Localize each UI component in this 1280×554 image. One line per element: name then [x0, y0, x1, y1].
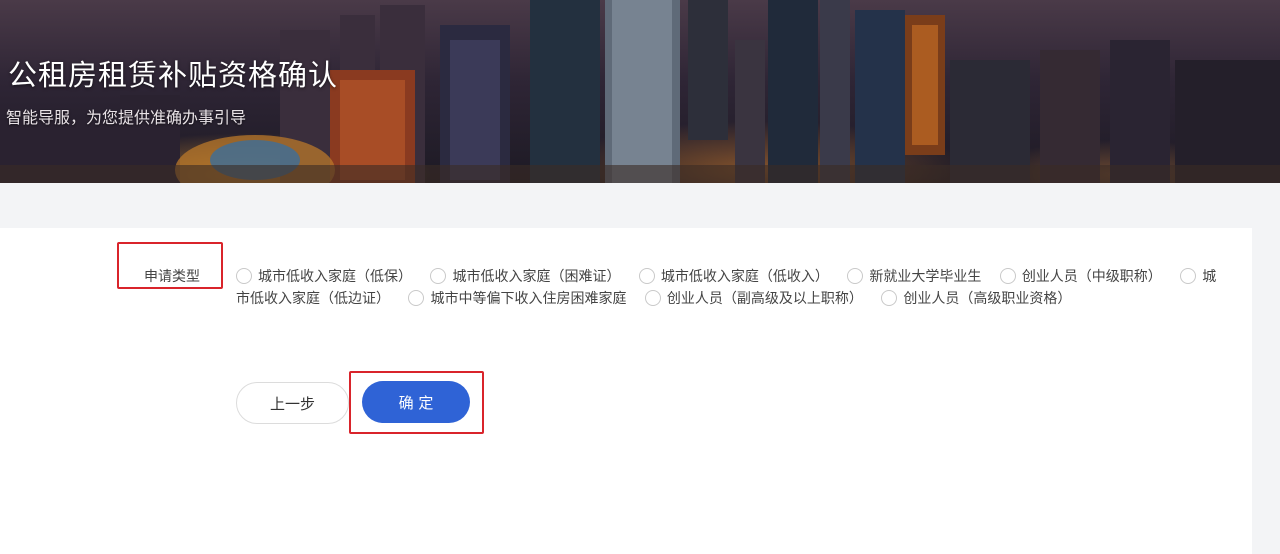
- radio-option-label: 创业人员（中级职称）: [1021, 269, 1162, 285]
- previous-step-button[interactable]: 上一步: [236, 382, 349, 424]
- radio-option-label: 城市中等偏下收入住房困难家庭: [430, 291, 627, 307]
- radio-option-label: 新就业大学毕业生: [869, 269, 982, 285]
- radio-option[interactable]: 城市中等偏下收入住房困难家庭: [408, 290, 627, 307]
- radio-button[interactable]: [881, 290, 898, 306]
- page-title: 公租房租赁补贴资格确认: [8, 58, 339, 92]
- radio-option[interactable]: 创业人员（高级职业资格）: [881, 290, 1072, 307]
- radio-button[interactable]: [638, 268, 655, 284]
- radio-option-label: 城市低收入家庭（困难证）: [452, 269, 621, 285]
- radio-button[interactable]: [1180, 268, 1197, 284]
- radio-option[interactable]: 城市低收入家庭（困难证）: [430, 268, 621, 285]
- radio-button[interactable]: [430, 268, 447, 284]
- header-banner: 公租房租赁补贴资格确认 智能导服，为您提供准确办事引导: [0, 0, 1280, 183]
- radio-button[interactable]: [644, 290, 661, 306]
- application-type-radio-group: 城市低收入家庭（低保） 城市低收入家庭（困难证） 城市低收入家庭（低收入） 新就…: [236, 266, 1226, 310]
- page-margin: [1252, 183, 1280, 554]
- radio-button[interactable]: [999, 268, 1016, 284]
- radio-option[interactable]: 城市低收入家庭（低收入）: [638, 268, 829, 285]
- radio-button[interactable]: [847, 268, 864, 284]
- radio-option[interactable]: 创业人员（副高级及以上职称）: [644, 290, 863, 307]
- application-type-label: 申请类型: [144, 269, 200, 285]
- radio-button[interactable]: [408, 290, 425, 306]
- radio-option-label: 城市低收入家庭（低收入）: [660, 269, 829, 285]
- page-subtitle: 智能导服，为您提供准确办事引导: [6, 108, 247, 127]
- radio-option-label: 创业人员（副高级及以上职称）: [666, 291, 863, 307]
- radio-button[interactable]: [236, 268, 252, 284]
- radio-option[interactable]: 城市低收入家庭（低保）: [236, 268, 412, 285]
- radio-option[interactable]: 新就业大学毕业生: [847, 268, 982, 285]
- confirm-button[interactable]: 确 定: [362, 381, 470, 423]
- radio-option-label: 城市低收入家庭（低保）: [258, 269, 412, 285]
- radio-option[interactable]: 创业人员（中级职称）: [999, 268, 1162, 285]
- radio-option-label: 创业人员（高级职业资格）: [903, 291, 1072, 307]
